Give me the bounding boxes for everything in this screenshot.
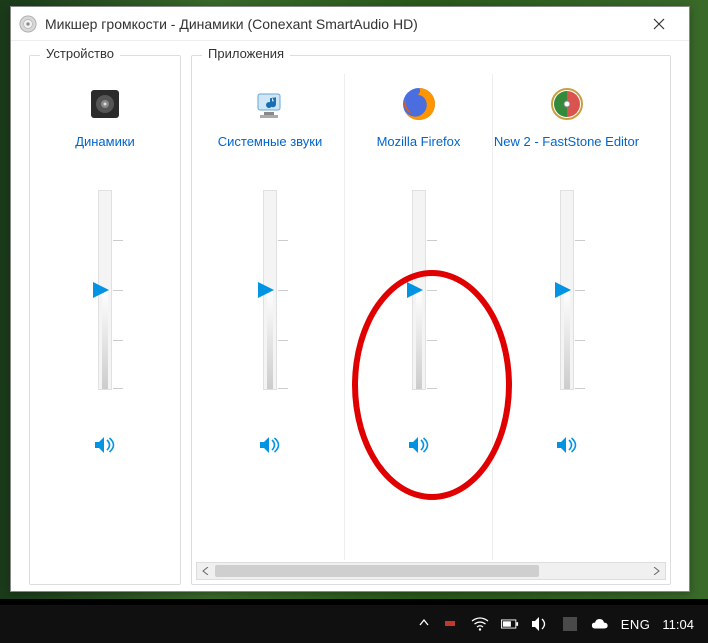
channel-name[interactable]: New 2 - FastStone Editor — [494, 134, 639, 170]
close-button[interactable] — [637, 9, 681, 39]
volume-slider[interactable] — [389, 190, 449, 410]
tray-overflow-icon[interactable] — [419, 618, 429, 631]
channel-name[interactable]: Mozilla Firefox — [377, 134, 461, 170]
channel-name[interactable]: Динамики — [75, 134, 135, 170]
channel-name[interactable]: Системные звуки — [218, 134, 323, 170]
device-group-label: Устройство — [40, 46, 120, 61]
battery-icon[interactable] — [501, 615, 519, 633]
tray-square-icon[interactable] — [561, 615, 579, 633]
taskbar: ENG 11:04 — [0, 605, 708, 643]
firefox-icon[interactable] — [399, 84, 439, 124]
scroll-track[interactable] — [215, 563, 647, 579]
channel-device: Динамики — [34, 74, 176, 580]
titlebar[interactable]: Микшер громкости - Динамики (Conexant Sm… — [11, 7, 689, 41]
speaker-device-icon[interactable] — [85, 84, 125, 124]
applications-group: Приложения Системные звуки — [191, 55, 671, 585]
applications-group-label: Приложения — [202, 46, 290, 61]
volume-mixer-window: Микшер громкости - Динамики (Conexant Sm… — [10, 6, 690, 592]
volume-tray-icon[interactable] — [531, 615, 549, 633]
system-sounds-icon[interactable] — [250, 84, 290, 124]
slider-thumb[interactable] — [258, 282, 274, 298]
mute-button[interactable] — [255, 432, 285, 458]
faststone-icon[interactable] — [547, 84, 587, 124]
slider-thumb[interactable] — [555, 282, 571, 298]
channel-firefox: Mozilla Firefox — [344, 74, 492, 560]
slider-thumb[interactable] — [407, 282, 423, 298]
applications-row: Системные звуки — [196, 74, 666, 560]
device-group: Устройство Динамики — [29, 55, 181, 585]
channel-faststone: New 2 - FastStone Editor — [492, 74, 640, 560]
scroll-right-button[interactable] — [647, 563, 665, 579]
onedrive-icon[interactable] — [591, 615, 609, 633]
volume-mixer-icon — [19, 15, 37, 33]
wifi-icon[interactable] — [471, 615, 489, 633]
mute-button[interactable] — [90, 432, 120, 458]
clock[interactable]: 11:04 — [662, 617, 694, 632]
volume-slider[interactable] — [240, 190, 300, 410]
slider-thumb[interactable] — [93, 282, 109, 298]
volume-slider[interactable] — [537, 190, 597, 410]
mute-button[interactable] — [552, 432, 582, 458]
channel-system-sounds: Системные звуки — [196, 74, 344, 560]
language-indicator[interactable]: ENG — [621, 617, 651, 632]
mixer-body: Устройство Динамики — [11, 41, 689, 591]
horizontal-scrollbar[interactable] — [196, 562, 666, 580]
scroll-left-button[interactable] — [197, 563, 215, 579]
scroll-thumb[interactable] — [215, 565, 539, 577]
tray-app-icon[interactable] — [441, 615, 459, 633]
window-title: Микшер громкости - Динамики (Conexant Sm… — [45, 16, 637, 32]
volume-slider[interactable] — [75, 190, 135, 410]
mute-button[interactable] — [404, 432, 434, 458]
